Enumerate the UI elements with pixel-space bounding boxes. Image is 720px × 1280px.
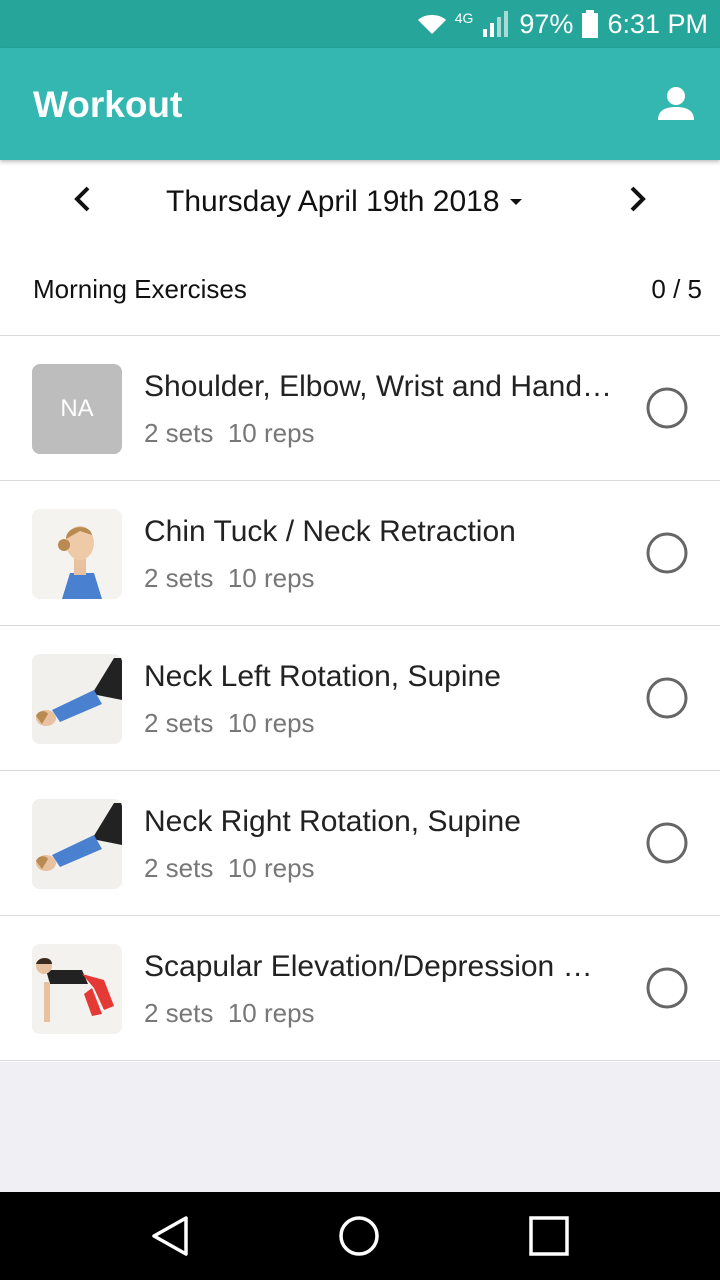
exercise-thumbnail [32,654,122,744]
completion-checkbox[interactable] [645,966,689,1010]
exercise-title: Neck Right Rotation, Supine [144,805,521,838]
home-icon[interactable] [337,1214,381,1258]
exercise-detail: 2 sets 10 reps [144,418,315,448]
battery-icon [582,10,599,38]
exercise-thumbnail [32,799,122,889]
app-bar: Workout [0,48,720,160]
section-progress-count: 0 / 5 [651,274,702,304]
exercise-title: Chin Tuck / Neck Retraction [144,515,516,548]
date-picker[interactable]: Thursday April 19th 2018 [166,182,524,222]
exercise-title: Scapular Elevation/Depression … [144,950,593,983]
network-type: 4G [454,10,474,26]
profile-button[interactable] [656,84,696,124]
list-item[interactable]: Chin Tuck / Neck Retraction 2 sets 10 re… [0,481,720,626]
wifi-icon [417,15,446,34]
list-item[interactable]: Neck Left Rotation, Supine 2 sets 10 rep… [0,626,720,771]
exercise-thumbnail-placeholder: NA [32,364,122,454]
exercise-detail: 2 sets 10 reps [144,998,315,1028]
exercise-detail: 2 sets 10 reps [144,563,315,593]
completion-checkbox[interactable] [645,821,689,865]
caret-down-icon [509,199,522,205]
previous-day-button[interactable] [66,182,100,216]
signal-icon [483,11,509,37]
recents-icon[interactable] [527,1214,571,1258]
next-day-button[interactable] [620,182,654,216]
completion-checkbox[interactable] [645,676,689,720]
person-icon [658,87,694,120]
page-title: Workout [33,84,183,125]
completion-checkbox[interactable] [645,386,689,430]
list-item[interactable]: Scapular Elevation/Depression … 2 sets 1… [0,916,720,1061]
exercise-detail: 2 sets 10 reps [144,708,315,738]
status-bar: 4G 97% 6:31 PM [0,0,720,48]
list-item[interactable]: Neck Right Rotation, Supine 2 sets 10 re… [0,771,720,916]
date-label: Thursday April 19th 2018 [166,185,500,218]
section-title: Morning Exercises [33,274,247,304]
exercise-detail: 2 sets 10 reps [144,853,315,883]
section-header: Morning Exercises 0 / 5 [0,244,720,336]
list-item[interactable]: NA Shoulder, Elbow, Wrist and Hand… 2 se… [0,336,720,481]
clock: 6:31 PM [607,8,708,39]
exercise-thumbnail [32,944,122,1034]
exercise-thumbnail [32,509,122,599]
exercise-title: Shoulder, Elbow, Wrist and Hand… [144,370,613,403]
completion-checkbox[interactable] [645,531,689,575]
exercise-list: NA Shoulder, Elbow, Wrist and Hand… 2 se… [0,336,720,1061]
chevron-right-icon [630,186,646,212]
content: Thursday April 19th 2018 Morning Exercis… [0,160,720,1062]
system-navigation-bar [0,1192,720,1280]
date-navigator: Thursday April 19th 2018 [0,160,720,244]
back-icon[interactable] [148,1214,192,1258]
exercise-title: Neck Left Rotation, Supine [144,660,501,693]
battery-percent: 97% [519,8,574,39]
chevron-left-icon [74,186,90,212]
